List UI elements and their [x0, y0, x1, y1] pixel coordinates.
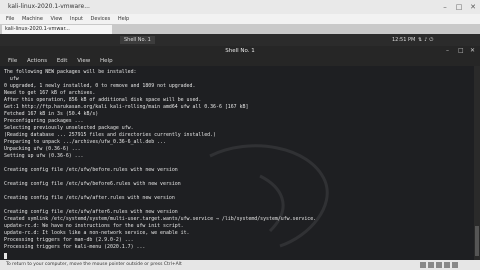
terminal-line: Creating config file /etc/ufw/after6.rul…: [4, 209, 178, 215]
terminal-line: Preparing to unpack .../archives/ufw_0.3…: [4, 139, 166, 145]
vm-menu-devices[interactable]: Devices: [91, 14, 111, 24]
terminal-line: Setting up ufw (0.36-6) ...: [4, 153, 84, 159]
terminal-line: Selecting previously unselected package …: [4, 125, 134, 131]
guest-screen: Shell No. 1 12:51 PM ⇅♪⏻ Shell No. 1 – □…: [0, 34, 480, 260]
terminal-line: 0 upgraded, 1 newly installed, 0 to remo…: [4, 83, 196, 89]
panel-clock: 12:51 PM: [392, 37, 416, 43]
terminal-line: The following NEW packages will be insta…: [4, 69, 137, 75]
terminal-title: Shell No. 1: [225, 48, 255, 54]
close-icon[interactable]: ✕: [466, 2, 480, 12]
vm-menu-file[interactable]: File: [6, 14, 14, 24]
terminal-line: Creating config file /etc/ufw/before6.ru…: [4, 181, 181, 187]
kali-top-panel: Shell No. 1 12:51 PM ⇅♪⏻: [0, 34, 480, 46]
terminal-menu-actions[interactable]: Actions: [27, 56, 47, 66]
terminal-line: (Reading database ... 257915 files and d…: [4, 132, 216, 138]
terminal-minimize-icon[interactable]: –: [446, 46, 449, 56]
kali-dragon-watermark: [209, 144, 329, 248]
terminal-line: Fetched 167 kB in 3s (50.4 kB/s): [4, 111, 99, 117]
terminal-line: Creating config file /etc/ufw/before.rul…: [4, 167, 178, 173]
vm-statusbar: To return to your computer, move the mou…: [0, 260, 480, 270]
terminal-line: Created symlink /etc/systemd/system/mult…: [4, 216, 317, 222]
vm-tabbar: kali-linux-2020.1-vmwar...: [0, 24, 480, 34]
vm-menu-machine[interactable]: Machine: [22, 14, 43, 24]
scrollbar-thumb[interactable]: [475, 226, 479, 256]
maximize-icon[interactable]: □: [452, 2, 466, 12]
vm-window-title: kali-linux-2020.1-vmware...: [8, 3, 90, 10]
vm-titlebar: kali-linux-2020.1-vmware... – □ ✕: [0, 0, 480, 14]
host-key-icon[interactable]: [452, 262, 458, 268]
vm-menu-view[interactable]: View: [51, 14, 63, 24]
terminal-line: Unpacking ufw (0.36-6) ...: [4, 146, 81, 152]
tray-icons: ⇅♪⏻: [418, 34, 435, 46]
terminal-titlebar: Shell No. 1 – □ ✕: [0, 46, 480, 56]
terminal-menu-edit[interactable]: Edit: [57, 56, 68, 66]
terminal-menubar: File Actions Edit View Help: [0, 56, 480, 66]
terminal-line: Need to get 167 kB of archives.: [4, 90, 96, 96]
terminal-line: Processing triggers for man-db (2.9.0-2)…: [4, 237, 134, 243]
terminal-line: update-rc.d: It looks like a non-network…: [4, 230, 190, 236]
terminal-output[interactable]: The following NEW packages will be insta…: [0, 66, 474, 260]
terminal-scrollbar[interactable]: [474, 66, 480, 260]
vm-menubar: File Machine View Input Devices Help: [0, 14, 480, 24]
terminal-menu-help[interactable]: Help: [100, 56, 113, 66]
virtualbox-window: kali-linux-2020.1-vmware... – □ ✕ File M…: [0, 0, 480, 270]
terminal-menu-view[interactable]: View: [77, 56, 90, 66]
hdd-icon[interactable]: [420, 262, 426, 268]
network-adapter-icon[interactable]: [444, 262, 450, 268]
terminal-line: Processing triggers for kali-menu (2020.…: [4, 244, 146, 250]
terminal-menu-file[interactable]: File: [8, 56, 17, 66]
usb-icon[interactable]: [436, 262, 442, 268]
taskbar-item-shell[interactable]: Shell No. 1: [120, 36, 155, 44]
terminal-close-icon[interactable]: ✕: [470, 46, 475, 56]
power-icon[interactable]: ⏻: [429, 37, 435, 43]
vm-menu-input[interactable]: Input: [70, 14, 83, 24]
terminal-line: update-rc.d: We have no instructions for…: [4, 223, 184, 229]
terminal-maximize-icon[interactable]: □: [458, 46, 464, 56]
vm-menu-help[interactable]: Help: [118, 14, 129, 24]
terminal-line: ufw: [4, 76, 19, 82]
minimize-icon[interactable]: –: [438, 2, 452, 12]
vm-tab[interactable]: kali-linux-2020.1-vmwar...: [2, 25, 112, 34]
terminal-line: After this operation, 856 kB of addition…: [4, 97, 202, 103]
terminal-line: Creating config file /etc/ufw/after.rule…: [4, 195, 175, 201]
status-hint: To return to your computer, move the mou…: [6, 262, 182, 267]
status-icons: [418, 262, 458, 273]
terminal-line: Preconfiguring packages ...: [4, 118, 84, 124]
optical-drive-icon[interactable]: [428, 262, 434, 268]
terminal-line: Get:1 http://ftp.harukasan.org/kali kali…: [4, 104, 249, 110]
terminal-cursor: [4, 253, 7, 259]
